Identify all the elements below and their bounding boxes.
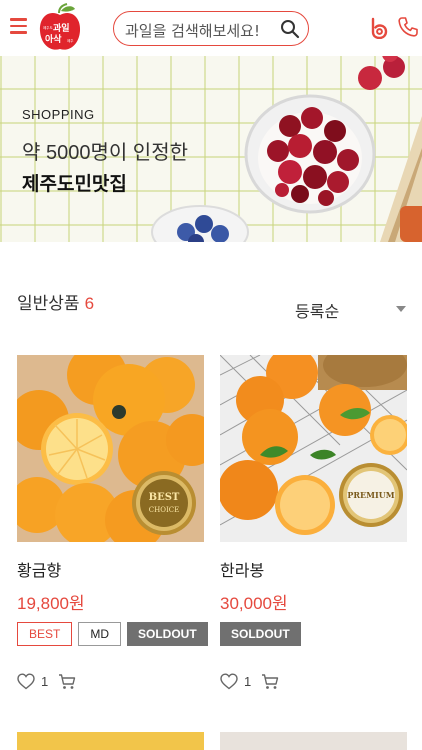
top-header: 제주도 과일 아삭 제주 과일을 검색해보세요!	[0, 0, 422, 56]
heart-icon[interactable]	[17, 673, 35, 690]
like-count: 1	[41, 674, 49, 689]
product-name[interactable]: 한라봉	[220, 557, 264, 581]
search-bar[interactable]: 과일을 검색해보세요!	[113, 11, 309, 46]
svg-text:제주도: 제주도	[43, 25, 53, 30]
product-list-heading: 일반상품 6	[17, 289, 94, 314]
cart-icon[interactable]	[58, 673, 76, 690]
product-actions: 1	[17, 673, 76, 690]
svg-text:제주: 제주	[67, 38, 74, 43]
best-badge: BEST	[17, 622, 73, 646]
product-tags: BEST MD SOLDOUT	[17, 622, 208, 646]
soldout-badge: SOLDOUT	[127, 622, 208, 646]
banner-subtitle: 약 5000명이 인정한	[22, 142, 189, 164]
svg-text:BEST: BEST	[149, 492, 180, 503]
brand-logo[interactable]: 제주도 과일 아삭 제주	[37, 3, 83, 53]
search-icon[interactable]	[280, 19, 300, 39]
product-card[interactable]: PREMIUM 한라봉 30,000원 SOLDOUT 1	[218, 343, 410, 690]
product-image-partial[interactable]	[17, 732, 204, 750]
cart-icon[interactable]	[261, 673, 279, 690]
svg-text:PREMIUM: PREMIUM	[347, 490, 394, 500]
chevron-down-icon[interactable]	[396, 306, 406, 312]
product-tags: SOLDOUT	[220, 622, 301, 646]
promo-banner[interactable]: SHOPPING 약 5000명이 인정한 제주도민맛집	[0, 56, 422, 242]
product-price: 30,000원	[220, 594, 288, 613]
heart-icon[interactable]	[220, 673, 238, 690]
banner-title: 제주도민맛집	[22, 174, 127, 195]
berry-bowl-image	[151, 56, 422, 242]
like-count: 1	[244, 674, 252, 689]
product-image-hallabong[interactable]: PREMIUM	[218, 343, 410, 542]
product-price: 19,800원	[17, 594, 85, 613]
phone-icon[interactable]	[397, 16, 419, 38]
product-count: 6	[84, 294, 95, 313]
search-input[interactable]: 과일을 검색해보세요!	[125, 20, 260, 41]
product-name[interactable]: 황금향	[17, 557, 61, 581]
banner-label: SHOPPING	[22, 107, 95, 122]
list-heading-label: 일반상품	[17, 294, 80, 313]
svg-text:과일: 과일	[53, 22, 70, 34]
svg-text:CHOICE: CHOICE	[149, 506, 179, 514]
product-actions: 1	[220, 673, 279, 690]
svg-text:아삭: 아삭	[45, 33, 62, 45]
product-image-hwanggeumhyang[interactable]: BEST CHOICE	[9, 345, 218, 550]
hamburger-menu-icon[interactable]	[10, 18, 27, 34]
product-image-partial[interactable]	[220, 732, 407, 750]
blog-icon[interactable]	[370, 17, 388, 39]
md-badge: MD	[78, 622, 122, 646]
sort-select[interactable]: 등록순	[295, 298, 339, 322]
product-card[interactable]: BEST CHOICE 황금향 19,800원 BEST MD SOLDOUT …	[9, 345, 218, 690]
soldout-badge: SOLDOUT	[220, 622, 301, 646]
